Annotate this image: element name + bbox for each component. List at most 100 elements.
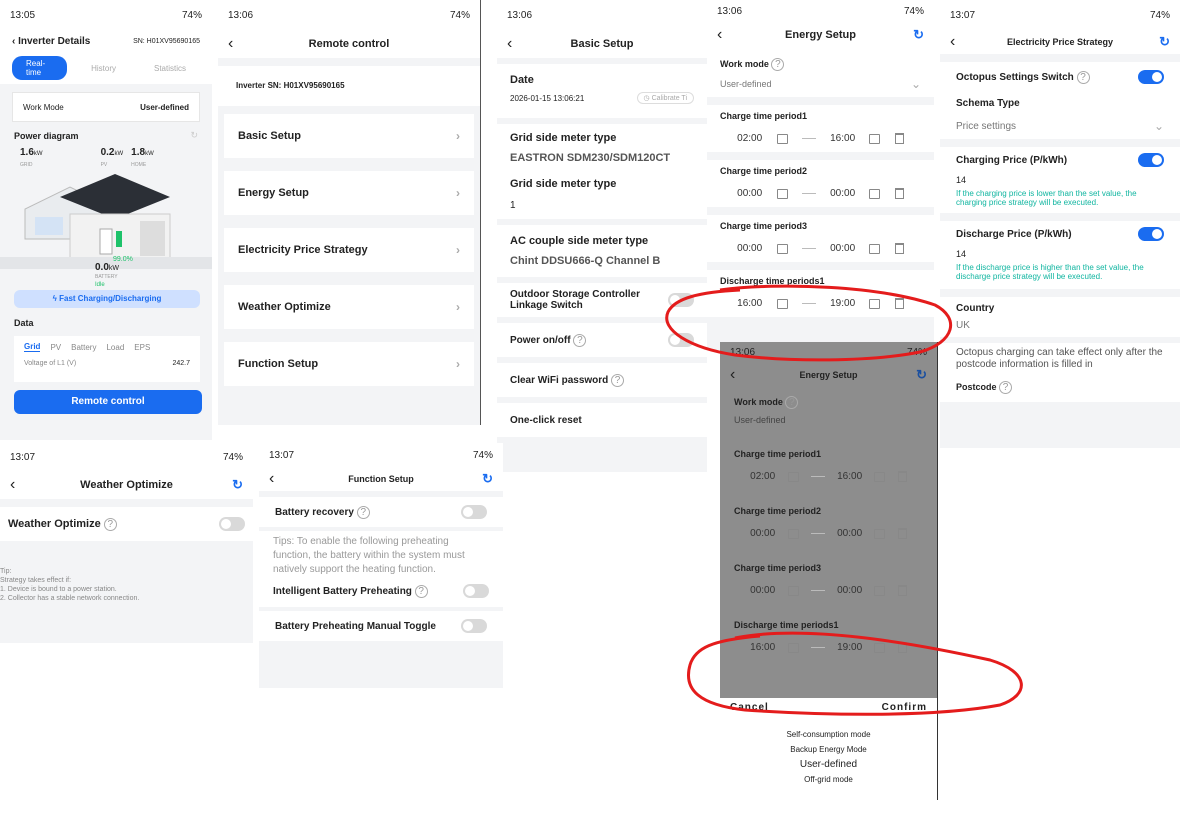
charging-price-toggle[interactable] bbox=[1138, 153, 1164, 167]
back-icon[interactable]: ‹ bbox=[507, 35, 523, 53]
remote-control-button[interactable]: Remote control bbox=[14, 390, 202, 414]
work-mode-row[interactable]: Work mode ? User-defined bbox=[720, 388, 937, 433]
back-icon[interactable]: ‹ bbox=[730, 366, 746, 384]
help-icon[interactable]: ? bbox=[573, 333, 587, 347]
calendar-icon[interactable] bbox=[874, 585, 886, 596]
back-icon[interactable]: ‹ bbox=[228, 35, 244, 53]
outdoor-linkage-toggle[interactable] bbox=[668, 293, 694, 307]
calendar-icon[interactable] bbox=[869, 133, 881, 144]
end-time[interactable]: 19:00 bbox=[830, 298, 855, 309]
data-tab-grid[interactable]: Grid bbox=[24, 342, 41, 352]
start-time[interactable]: 00:00 bbox=[750, 585, 775, 596]
delete-icon[interactable] bbox=[894, 298, 904, 309]
end-time[interactable]: 00:00 bbox=[830, 188, 855, 199]
delete-icon[interactable] bbox=[894, 188, 904, 199]
calendar-icon[interactable] bbox=[869, 188, 881, 199]
list-item-weather-optimize[interactable]: Weather Optimize › bbox=[224, 285, 474, 329]
calendar-icon[interactable] bbox=[869, 243, 881, 254]
manual-preheat-toggle[interactable] bbox=[461, 619, 487, 633]
help-icon[interactable]: ? bbox=[785, 396, 799, 409]
confirm-button[interactable]: Confirm bbox=[882, 702, 927, 713]
start-time[interactable]: 00:00 bbox=[737, 188, 762, 199]
help-icon[interactable]: ? bbox=[1076, 70, 1090, 84]
weather-optimize-toggle[interactable] bbox=[219, 517, 245, 531]
grid-meter-row[interactable]: Grid side meter type EASTRON SDM230/SDM1… bbox=[497, 124, 707, 172]
work-mode-row[interactable]: Work mode ? User-defined ⌄ bbox=[707, 48, 934, 97]
calendar-icon[interactable] bbox=[776, 133, 788, 144]
tab-real-time[interactable]: Real-time bbox=[12, 56, 68, 80]
discharge-price-toggle[interactable] bbox=[1138, 227, 1164, 241]
end-time[interactable]: 00:00 bbox=[837, 585, 862, 596]
refresh-icon[interactable]: ↻ bbox=[908, 27, 924, 43]
calendar-icon[interactable] bbox=[776, 188, 788, 199]
start-time[interactable]: 00:00 bbox=[737, 243, 762, 254]
calendar-icon[interactable] bbox=[776, 298, 788, 309]
preheat-toggle[interactable] bbox=[463, 584, 489, 598]
end-time[interactable]: 16:00 bbox=[837, 471, 862, 482]
delete-icon[interactable] bbox=[894, 243, 904, 254]
postcode-label[interactable]: Postcode bbox=[956, 382, 997, 392]
end-time[interactable]: 16:00 bbox=[830, 133, 855, 144]
refresh-icon[interactable]: ↻ bbox=[227, 477, 243, 493]
delete-icon[interactable] bbox=[897, 471, 907, 482]
calendar-icon[interactable] bbox=[874, 471, 886, 482]
delete-icon[interactable] bbox=[897, 528, 907, 539]
grid-meter-row-2[interactable]: Grid side meter type 1 bbox=[497, 172, 707, 219]
date-row[interactable]: Date 2026-01-15 13:06:21 ◷ Calibrate Ti bbox=[497, 64, 707, 118]
clear-wifi-row[interactable]: Clear WiFi password ? bbox=[497, 363, 707, 397]
refresh-icon[interactable]: ↻ bbox=[911, 367, 927, 383]
picker-option[interactable]: Self-consumption mode bbox=[720, 727, 937, 742]
delete-icon[interactable] bbox=[894, 133, 904, 144]
help-icon[interactable]: ? bbox=[103, 517, 117, 531]
schema-row[interactable]: Schema Type Price settings ⌄ bbox=[940, 92, 1180, 139]
calendar-icon[interactable] bbox=[787, 642, 799, 653]
list-item-energy-setup[interactable]: Energy Setup › bbox=[224, 171, 474, 215]
back-icon[interactable]: ‹ bbox=[950, 33, 966, 51]
end-time[interactable]: 00:00 bbox=[837, 528, 862, 539]
calendar-icon[interactable] bbox=[787, 585, 799, 596]
discharge-price-value[interactable]: 14 bbox=[956, 249, 1164, 259]
start-time[interactable]: 16:00 bbox=[750, 642, 775, 653]
list-item-basic-setup[interactable]: Basic Setup › bbox=[224, 114, 474, 158]
help-icon[interactable]: ? bbox=[611, 373, 625, 387]
reset-row[interactable]: One-click reset bbox=[497, 403, 707, 437]
work-mode-picker[interactable]: Self-consumption mode Backup Energy Mode… bbox=[720, 727, 937, 787]
end-time[interactable]: 00:00 bbox=[830, 243, 855, 254]
calendar-icon[interactable] bbox=[869, 298, 881, 309]
refresh-icon[interactable]: ↻ bbox=[190, 130, 198, 141]
battery-recovery-toggle[interactable] bbox=[461, 505, 487, 519]
work-mode-card[interactable]: Work Mode User-defined bbox=[12, 92, 200, 122]
start-time[interactable]: 02:00 bbox=[750, 471, 775, 482]
data-tab-load[interactable]: Load bbox=[106, 343, 124, 352]
help-icon[interactable]: ? bbox=[771, 58, 785, 71]
cancel-button[interactable]: Cancel bbox=[730, 702, 769, 713]
start-time[interactable]: 16:00 bbox=[737, 298, 762, 309]
help-icon[interactable]: ? bbox=[999, 381, 1013, 394]
power-toggle[interactable] bbox=[668, 333, 694, 347]
start-time[interactable]: 00:00 bbox=[750, 528, 775, 539]
tab-history[interactable]: History bbox=[73, 61, 134, 76]
delete-icon[interactable] bbox=[897, 642, 907, 653]
fast-charging-button[interactable]: ϟ Fast Charging/Discharging bbox=[14, 290, 200, 308]
ac-meter-row[interactable]: AC couple side meter type Chint DDSU666-… bbox=[497, 225, 707, 277]
refresh-icon[interactable]: ↻ bbox=[477, 471, 493, 487]
list-item-function-setup[interactable]: Function Setup › bbox=[224, 342, 474, 386]
picker-option[interactable]: Backup Energy Mode bbox=[720, 742, 937, 757]
start-time[interactable]: 02:00 bbox=[737, 133, 762, 144]
charging-price-value[interactable]: 14 bbox=[956, 175, 1164, 185]
list-item-electricity-price[interactable]: Electricity Price Strategy › bbox=[224, 228, 474, 272]
refresh-icon[interactable]: ↻ bbox=[1154, 34, 1170, 50]
picker-option-selected[interactable]: User-defined bbox=[720, 757, 937, 772]
help-icon[interactable]: ? bbox=[356, 505, 370, 519]
octopus-toggle[interactable] bbox=[1138, 70, 1164, 84]
back-icon[interactable]: ‹ bbox=[10, 476, 26, 494]
calendar-icon[interactable] bbox=[787, 528, 799, 539]
calendar-icon[interactable] bbox=[787, 471, 799, 482]
tab-statistics[interactable]: Statistics bbox=[140, 61, 200, 76]
country-section[interactable]: Country UK bbox=[940, 297, 1180, 337]
data-tab-pv[interactable]: PV bbox=[50, 343, 61, 352]
picker-option[interactable]: Off-grid mode bbox=[720, 772, 937, 787]
calendar-icon[interactable] bbox=[874, 642, 886, 653]
help-icon[interactable]: ? bbox=[414, 584, 428, 598]
back-icon[interactable]: ‹ bbox=[717, 26, 733, 44]
